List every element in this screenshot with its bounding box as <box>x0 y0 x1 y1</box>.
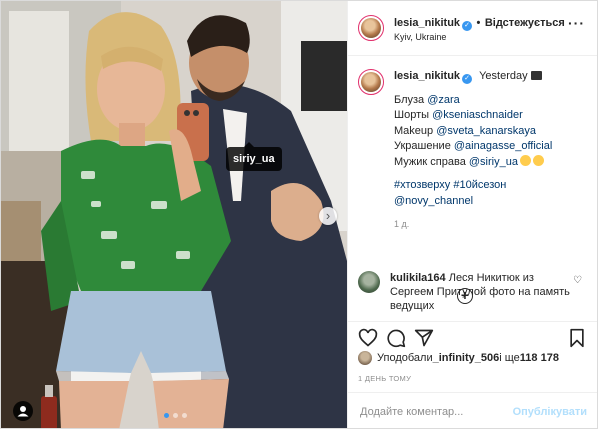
caption-line-label: Шорты <box>394 109 433 121</box>
comment-input[interactable] <box>358 404 513 419</box>
comment-item: kulikila164 Леся Никитюк из Сергеем Прит… <box>358 271 582 313</box>
caption-username[interactable]: lesia_nikituk <box>394 70 460 82</box>
post-age: 1 ДЕНЬ ТОМУ <box>358 374 412 383</box>
grin-emoji-icon <box>519 154 531 166</box>
mention-link[interactable]: @zara <box>427 94 460 106</box>
user-tag-label[interactable]: siriy_ua <box>226 142 282 171</box>
hashtag-link[interactable]: #хтозверху <box>394 179 450 191</box>
carousel-dot <box>164 413 169 418</box>
comment-like-heart-icon[interactable]: ♡ <box>573 275 582 286</box>
user-icon <box>17 406 29 417</box>
commenter-avatar[interactable] <box>358 271 380 293</box>
likes-count[interactable]: 118 178 <box>520 352 559 364</box>
add-comment-form: Опублікувати <box>348 392 597 430</box>
caption-age: 1 д. <box>394 219 410 229</box>
author-avatar[interactable] <box>358 15 384 41</box>
carousel-indicator <box>164 413 187 418</box>
mention-link[interactable]: @sveta_kanarskaya <box>436 125 536 137</box>
comment-icon[interactable] <box>386 328 406 348</box>
post-photo[interactable]: siriy_ua › <box>1 1 347 428</box>
verified-badge-icon: ✓ <box>462 74 473 84</box>
caption-line-label: Мужик справа <box>394 155 469 168</box>
post-dialog: siriy_ua › lesia_nikituk ✓ • Відстежуєтьс… <box>0 0 598 429</box>
commenter-username[interactable]: kulikila164 <box>390 272 446 284</box>
heart-icon[interactable] <box>358 328 378 348</box>
post-location[interactable]: Kyiv, Ukraine <box>394 32 565 43</box>
likes-prefix: Уподобали <box>377 352 433 364</box>
likes-summary: Уподобали _infinity_506 і ще 118 178 <box>358 351 559 365</box>
follow-status-button[interactable]: Відстежується <box>485 17 565 29</box>
mention-link[interactable]: @ainagasse_official <box>454 140 552 152</box>
carousel-dot <box>182 413 187 418</box>
caption-text: Блуза @zara Шорты @kseniaschnaider Makeu… <box>394 93 552 171</box>
carousel-dot <box>173 413 178 418</box>
caption-line: Украшение @ainagasse_official <box>394 139 552 155</box>
caption-line-label: Украшение <box>394 140 454 152</box>
caption-author-avatar[interactable] <box>358 69 384 95</box>
tagged-users-button[interactable] <box>13 401 33 421</box>
caption-line-label: Блуза <box>394 93 428 106</box>
caption-line-label: Makeup <box>394 124 437 137</box>
caption-line: Шорты @kseniaschnaider <box>394 108 552 124</box>
caption-line: Makeup @sveta_kanarskaya <box>394 124 552 140</box>
liker-avatar[interactable] <box>358 351 372 365</box>
hashtags: #хтозверху #10йсезон @novy_channel <box>394 178 552 209</box>
photo-illustration <box>1 1 347 428</box>
bookmark-icon[interactable] <box>567 328 587 348</box>
author-username[interactable]: lesia_nikituk <box>394 17 460 29</box>
post-details-panel: lesia_nikituk ✓ • Відстежується Kyiv, Ukr… <box>347 1 597 428</box>
post-comment-button[interactable]: Опублікувати <box>513 406 587 418</box>
wink-emoji-icon <box>532 154 544 166</box>
caption-time: Yesterday <box>479 70 528 82</box>
verified-badge-icon: ✓ <box>462 21 473 32</box>
carousel-next-button[interactable]: › <box>319 207 337 225</box>
post-header: lesia_nikituk ✓ • Відстежується Kyiv, Ukr… <box>348 1 597 56</box>
mention-link[interactable]: @novy_channel <box>394 195 473 207</box>
share-icon[interactable] <box>414 328 434 348</box>
header-separator: • <box>476 17 481 30</box>
caption-line: Мужик справа @siriy_ua <box>394 154 552 171</box>
likes-middle: і ще <box>499 352 520 364</box>
mention-link[interactable]: @kseniaschnaider <box>432 109 523 121</box>
liker-username[interactable]: _infinity_506 <box>433 352 500 364</box>
action-bar <box>348 321 597 350</box>
caption-line: Блуза @zara <box>394 93 552 109</box>
caption-section: lesia_nikituk ✓ Yesterday Блуза @zara Шор… <box>348 56 597 304</box>
ellipsis-icon[interactable]: ··· <box>568 15 585 31</box>
mention-link[interactable]: @siriy_ua <box>469 156 518 168</box>
hashtag-link[interactable]: #10йсезон <box>453 179 506 191</box>
clapperboard-icon <box>530 71 542 80</box>
